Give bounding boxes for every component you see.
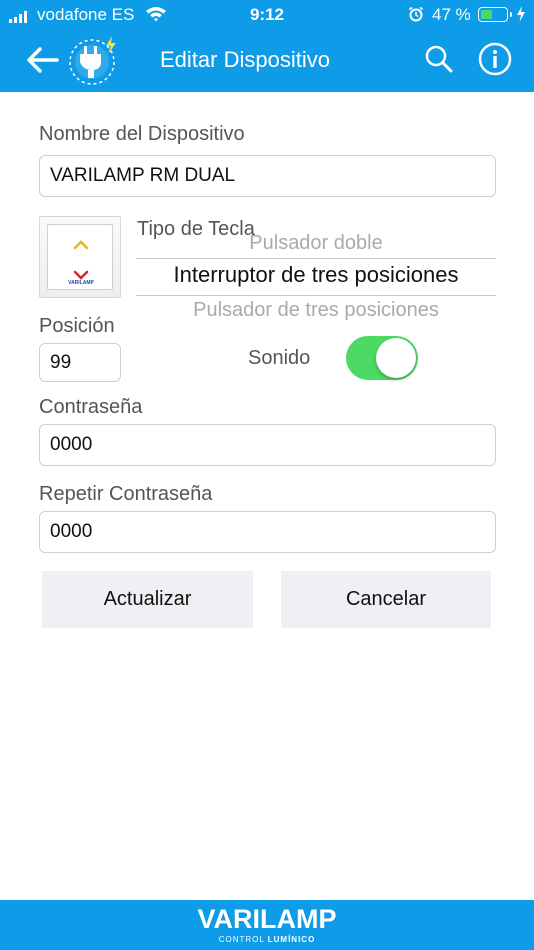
- password-input[interactable]: 0000: [39, 424, 496, 466]
- position-input[interactable]: 99: [39, 343, 121, 382]
- back-arrow-icon[interactable]: [26, 44, 60, 76]
- picker-option-selected[interactable]: Interruptor de tres posiciones: [136, 262, 496, 288]
- picker-divider: [136, 258, 496, 259]
- alarm-icon: [408, 6, 424, 22]
- picker-divider: [136, 295, 496, 296]
- plug-icon: [69, 36, 116, 85]
- repeat-password-label: Repetir Contraseña: [39, 483, 213, 505]
- device-name-label: Nombre del Dispositivo: [39, 123, 245, 145]
- footer-logo: VARILAMP: [197, 904, 337, 934]
- top-app-bar: vodafone ES 9:12 47 % Editar Dispositivo: [0, 0, 534, 92]
- keypad-arrows-icon: [73, 240, 89, 280]
- keypad-brand-label: VARILAMP: [68, 280, 94, 286]
- battery-percent: 47 %: [432, 5, 471, 24]
- search-icon[interactable]: [424, 44, 454, 74]
- status-bar: vodafone ES 9:12 47 %: [0, 0, 534, 30]
- password-label: Contraseña: [39, 396, 143, 418]
- toggle-knob: [376, 338, 416, 378]
- device-name-input[interactable]: VARILAMP RM DUAL: [39, 155, 496, 197]
- picker-option[interactable]: Pulsador doble: [136, 232, 496, 255]
- repeat-password-input[interactable]: 0000: [39, 511, 496, 553]
- sound-toggle[interactable]: [346, 336, 418, 380]
- charging-bolt-icon: [517, 6, 525, 22]
- page-title: Editar Dispositivo: [160, 47, 330, 72]
- sound-label: Sonido: [248, 347, 311, 369]
- update-button[interactable]: Actualizar: [42, 571, 253, 628]
- position-label: Posición: [39, 315, 115, 337]
- key-type-preview-image: VARILAMP: [39, 216, 121, 298]
- tagline-luminico: LUMÍNICO: [267, 935, 316, 944]
- info-icon[interactable]: [478, 42, 512, 76]
- footer-brand-bar: VARILAMP CONTROL LUMÍNICO: [0, 900, 534, 950]
- tagline-control: CONTROL: [218, 935, 265, 944]
- cancel-button[interactable]: Cancelar: [281, 571, 491, 628]
- picker-option[interactable]: Pulsador de tres posiciones: [136, 299, 496, 322]
- footer-tagline: CONTROL LUMÍNICO: [0, 935, 534, 944]
- battery-icon: [478, 7, 512, 22]
